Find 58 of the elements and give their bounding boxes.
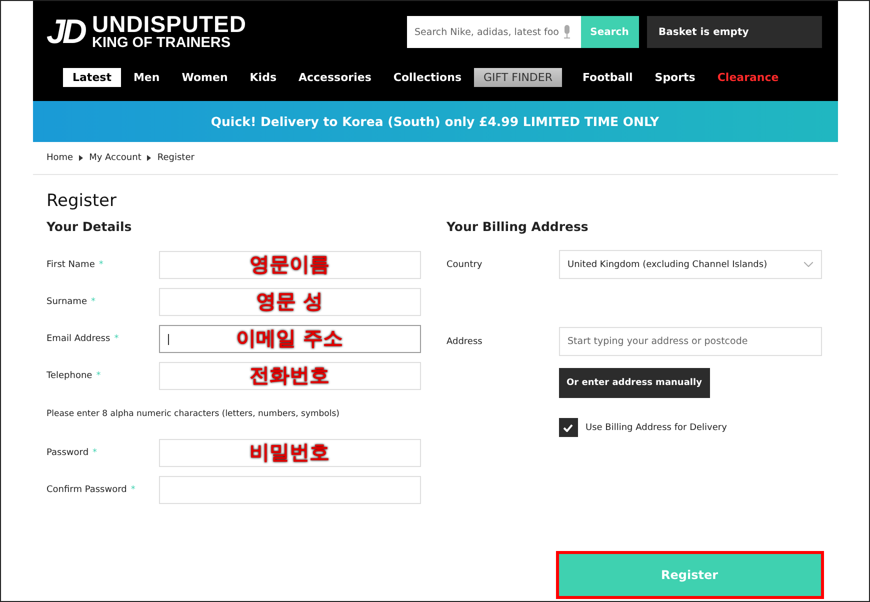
section-heading: Your Details — [46, 219, 133, 234]
checkbox[interactable] — [558, 418, 578, 437]
nav-link[interactable]: Men — [123, 68, 170, 87]
password-hint: Please enter 8 alpha numeric characters (letters, numbers, symbols) — [46, 408, 340, 421]
annotation-text: 전화번호 — [250, 362, 330, 389]
input-field[interactable]: 이메일 주소 — [158, 324, 420, 352]
chevron-down-icon — [804, 262, 812, 267]
field-label: Confirm Password * — [46, 484, 136, 494]
input-field[interactable]: 영문이름 — [158, 250, 420, 278]
search-field[interactable]: Search Nike, adidas, latest foo — [406, 16, 580, 48]
section-heading: Your Billing Address — [446, 219, 590, 234]
input-field[interactable] — [158, 476, 420, 504]
logo-text: UNDISPUTED — [92, 13, 246, 36]
nav-link[interactable]: Clearance — [707, 68, 789, 87]
address-field[interactable]: Start typing your address or postcode — [558, 327, 822, 356]
promo-banner: Quick! Delivery to Korea (South) only £4.99 LIMITED TIME ONLY — [32, 101, 838, 142]
nav-link[interactable]: Accessories — [288, 68, 382, 87]
breadcrumb-arrow-icon — [79, 155, 84, 161]
nav-link[interactable]: Football — [572, 68, 643, 87]
check-icon — [563, 424, 573, 432]
logo-tagline: KING OF TRAINERS — [92, 36, 232, 51]
required-asterisk: * — [130, 484, 136, 494]
checkbox-label: Use Billing Address for Delivery — [586, 422, 727, 432]
country-select[interactable]: United Kingdom (excluding Channel Islands) — [558, 250, 822, 279]
input-field[interactable]: 영문 성 — [158, 288, 420, 316]
annotation-text: 영문이름 — [250, 251, 330, 278]
nav-link[interactable]: GIFT FINDER — [474, 68, 562, 87]
logo-mark[interactable]: JD — [46, 12, 84, 52]
input-field[interactable]: 전화번호 — [158, 362, 420, 390]
nav-link[interactable]: Kids — [240, 68, 286, 87]
field-label: First Name * — [46, 260, 104, 270]
required-asterisk: * — [98, 260, 104, 270]
annotation-text: 비밀번호 — [250, 439, 330, 466]
field-label: Address — [446, 336, 484, 346]
microphone-icon[interactable] — [562, 25, 571, 39]
required-asterisk: * — [92, 448, 98, 458]
breadcrumb-link[interactable]: Home — [46, 153, 74, 163]
field-label: Password * — [46, 448, 98, 458]
nav-link[interactable]: Sports — [644, 68, 706, 87]
breadcrumb-link[interactable]: My Account — [89, 153, 142, 163]
basket-button[interactable]: Basket is empty — [646, 16, 822, 48]
page-title: Register — [46, 191, 118, 211]
field-label: Country — [446, 260, 484, 270]
nav-link[interactable]: Women — [172, 68, 238, 87]
breadcrumb-link[interactable]: Register — [157, 153, 194, 163]
breadcrumb-arrow-icon — [147, 155, 152, 161]
required-asterisk: * — [114, 334, 119, 344]
field-label: Telephone * — [46, 370, 102, 380]
field-label: Surname * — [46, 296, 96, 306]
annotation-text: 이메일 주소 — [236, 325, 343, 352]
required-asterisk: * — [90, 296, 96, 306]
nav-link[interactable]: Collections — [383, 68, 472, 87]
field-label: Email Address * — [46, 334, 120, 344]
required-asterisk: * — [96, 370, 101, 380]
manual-address-button[interactable]: Or enter address manually — [558, 368, 710, 398]
nav-link[interactable]: Latest — [62, 68, 122, 87]
annotation-text: 영문 성 — [256, 288, 323, 315]
input-field[interactable]: 비밀번호 — [158, 438, 420, 466]
